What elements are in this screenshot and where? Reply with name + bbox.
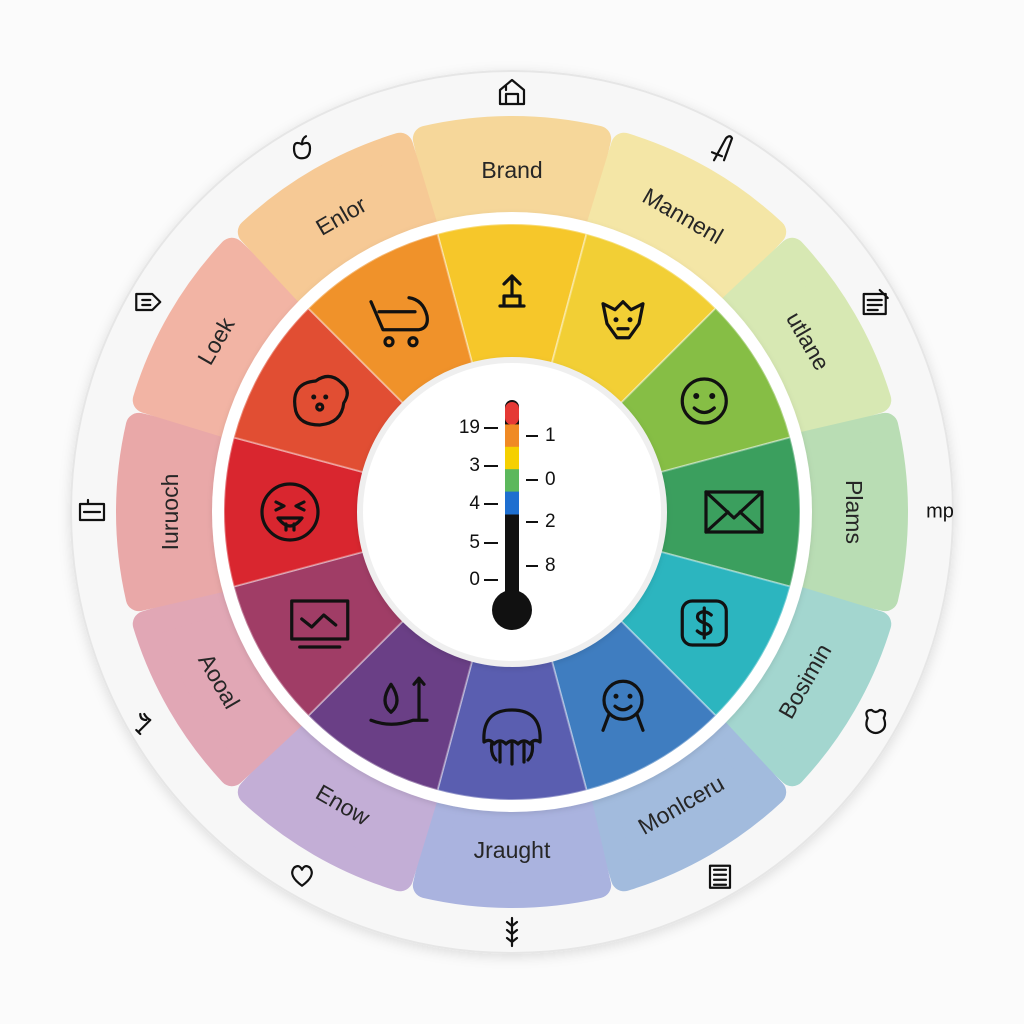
scale-band <box>505 491 519 515</box>
petal-label: Brand <box>481 157 542 183</box>
right-tick-label: 1 <box>545 425 556 446</box>
scale-band <box>505 424 519 448</box>
left-tick-label: 0 <box>469 569 480 590</box>
left-tick-label: 19 <box>459 417 480 438</box>
right-tick-label: 0 <box>545 469 556 490</box>
petal-label: Plams <box>841 480 867 544</box>
left-tick-label: 4 <box>469 493 480 514</box>
petal-label: Iuruoch <box>157 474 183 551</box>
thermometer-bulb <box>492 590 532 630</box>
mood-wheel-diagram: BrandMannenlutlanePlamsBosiminMonlceruJr… <box>70 70 954 954</box>
right-tick-label: 2 <box>545 511 556 532</box>
petal-label: Jraught <box>474 837 551 863</box>
right-tick-label: 8 <box>545 555 556 576</box>
scale-band <box>505 402 519 425</box>
scale-band <box>505 469 519 493</box>
mp-label: mp <box>926 500 954 522</box>
left-tick-label: 3 <box>469 455 480 476</box>
left-tick-label: 5 <box>469 532 480 553</box>
thermometer-color-scale <box>505 402 519 515</box>
scale-band <box>505 446 519 470</box>
